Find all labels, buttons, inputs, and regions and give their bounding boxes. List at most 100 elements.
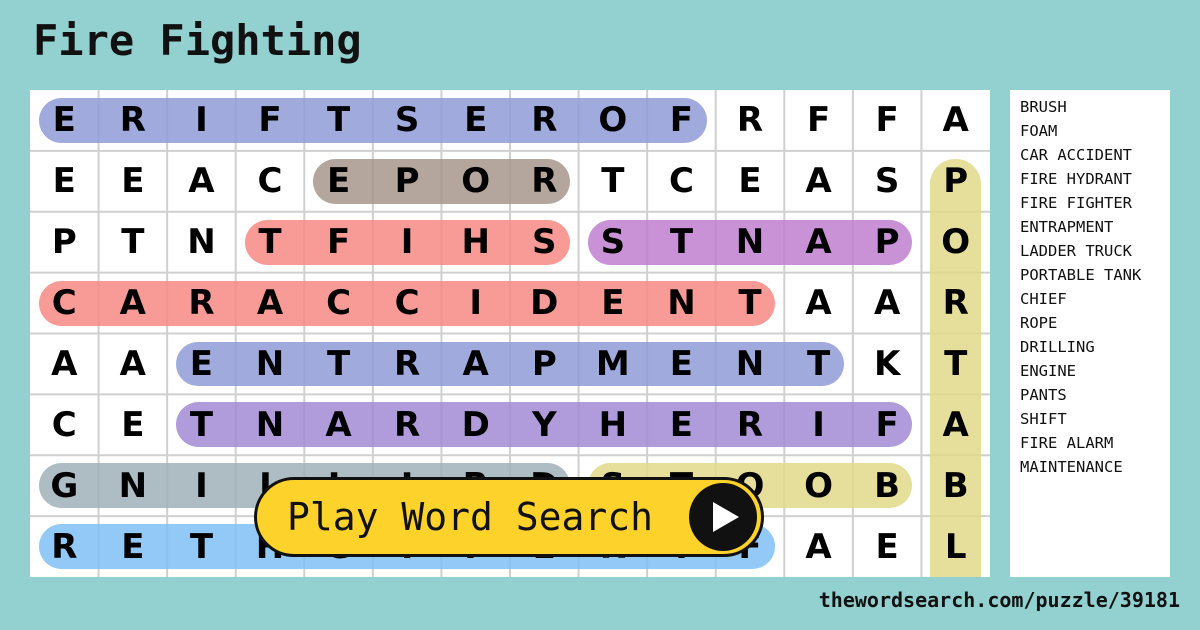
- grid-letter[interactable]: R: [373, 334, 442, 395]
- grid-letter[interactable]: E: [99, 394, 168, 455]
- grid-letter[interactable]: N: [647, 273, 716, 334]
- grid-letter[interactable]: H: [579, 394, 648, 455]
- grid-letter[interactable]: A: [441, 334, 510, 395]
- grid-letter[interactable]: A: [921, 90, 990, 151]
- grid-letter[interactable]: O: [441, 151, 510, 212]
- grid-letter[interactable]: E: [30, 90, 99, 151]
- grid-letter[interactable]: C: [30, 273, 99, 334]
- grid-letter[interactable]: N: [99, 455, 168, 516]
- grid-letter[interactable]: N: [716, 334, 785, 395]
- grid-letter[interactable]: N: [716, 212, 785, 273]
- grid-letter[interactable]: K: [853, 334, 922, 395]
- grid-letter[interactable]: I: [441, 273, 510, 334]
- puzzle-url[interactable]: thewordsearch.com/puzzle/39181: [819, 588, 1180, 612]
- grid-letter[interactable]: N: [236, 394, 305, 455]
- grid-letter[interactable]: T: [921, 334, 990, 395]
- grid-letter[interactable]: F: [784, 90, 853, 151]
- grid-letter[interactable]: A: [236, 273, 305, 334]
- grid-letter[interactable]: S: [510, 212, 579, 273]
- grid-letter[interactable]: T: [784, 334, 853, 395]
- grid-letter[interactable]: S: [579, 212, 648, 273]
- grid-letter[interactable]: E: [30, 151, 99, 212]
- grid-letter[interactable]: O: [579, 90, 648, 151]
- grid-letter[interactable]: P: [921, 151, 990, 212]
- grid-letter[interactable]: A: [784, 212, 853, 273]
- grid-letter[interactable]: R: [921, 273, 990, 334]
- grid-letter[interactable]: T: [716, 273, 785, 334]
- grid-letter[interactable]: D: [441, 394, 510, 455]
- grid-letter[interactable]: C: [647, 151, 716, 212]
- grid-letter[interactable]: C: [373, 273, 442, 334]
- grid-letter[interactable]: R: [99, 90, 168, 151]
- grid-letter[interactable]: C: [304, 273, 373, 334]
- grid-letter[interactable]: N: [167, 212, 236, 273]
- grid-letter[interactable]: G: [30, 455, 99, 516]
- word-list-item: PANTS: [1020, 386, 1067, 404]
- grid-letter[interactable]: P: [510, 334, 579, 395]
- grid-letter[interactable]: I: [784, 394, 853, 455]
- grid-letter[interactable]: R: [716, 90, 785, 151]
- grid-letter[interactable]: B: [853, 455, 922, 516]
- grid-letter[interactable]: O: [784, 455, 853, 516]
- grid-letter[interactable]: T: [647, 212, 716, 273]
- grid-letter[interactable]: E: [579, 273, 648, 334]
- grid-letter[interactable]: I: [373, 212, 442, 273]
- grid-letter[interactable]: C: [30, 394, 99, 455]
- grid-letter[interactable]: I: [167, 455, 236, 516]
- grid-letter[interactable]: A: [99, 273, 168, 334]
- grid-letter[interactable]: T: [304, 90, 373, 151]
- grid-letter[interactable]: F: [853, 394, 922, 455]
- grid-letter[interactable]: I: [167, 90, 236, 151]
- grid-letter[interactable]: R: [510, 90, 579, 151]
- grid-letter[interactable]: R: [716, 394, 785, 455]
- grid-letter[interactable]: P: [853, 212, 922, 273]
- grid-letter[interactable]: C: [236, 151, 305, 212]
- grid-letter[interactable]: E: [99, 151, 168, 212]
- grid-letter[interactable]: E: [647, 394, 716, 455]
- grid-letter[interactable]: F: [236, 90, 305, 151]
- grid-letter[interactable]: P: [30, 212, 99, 273]
- grid-letter[interactable]: M: [579, 334, 648, 395]
- grid-letter[interactable]: E: [647, 334, 716, 395]
- grid-letter[interactable]: E: [304, 151, 373, 212]
- grid-letter[interactable]: N: [236, 334, 305, 395]
- grid-letter[interactable]: P: [373, 151, 442, 212]
- grid-letter[interactable]: R: [510, 151, 579, 212]
- grid-letter[interactable]: S: [853, 151, 922, 212]
- grid-letter[interactable]: E: [167, 334, 236, 395]
- grid-letter[interactable]: A: [853, 273, 922, 334]
- grid-letter[interactable]: A: [30, 334, 99, 395]
- grid-letter[interactable]: D: [510, 273, 579, 334]
- grid-letter[interactable]: Y: [510, 394, 579, 455]
- grid-letter[interactable]: T: [167, 394, 236, 455]
- grid-letter[interactable]: F: [304, 212, 373, 273]
- grid-letter[interactable]: R: [30, 516, 99, 577]
- grid-letter[interactable]: R: [373, 394, 442, 455]
- page-title: Fire Fighting: [33, 16, 362, 65]
- grid-letter[interactable]: T: [579, 151, 648, 212]
- grid-letter[interactable]: A: [921, 394, 990, 455]
- grid-letter[interactable]: T: [304, 334, 373, 395]
- grid-letter[interactable]: H: [441, 212, 510, 273]
- grid-letter[interactable]: T: [236, 212, 305, 273]
- grid-letter[interactable]: F: [853, 90, 922, 151]
- grid-letter[interactable]: A: [167, 151, 236, 212]
- grid-letter[interactable]: F: [647, 90, 716, 151]
- grid-letter[interactable]: E: [716, 151, 785, 212]
- grid-letter[interactable]: T: [99, 212, 168, 273]
- grid-letter[interactable]: A: [784, 151, 853, 212]
- grid-letter[interactable]: A: [99, 334, 168, 395]
- play-word-search-button[interactable]: Play Word Search: [254, 477, 764, 557]
- grid-letter[interactable]: S: [373, 90, 442, 151]
- grid-letter[interactable]: E: [99, 516, 168, 577]
- grid-letter[interactable]: R: [167, 273, 236, 334]
- grid-letter[interactable]: A: [304, 394, 373, 455]
- grid-letter[interactable]: B: [921, 455, 990, 516]
- grid-letter[interactable]: O: [921, 212, 990, 273]
- grid-letter[interactable]: L: [921, 516, 990, 577]
- grid-letter[interactable]: A: [784, 273, 853, 334]
- grid-letter[interactable]: E: [853, 516, 922, 577]
- grid-letter[interactable]: E: [441, 90, 510, 151]
- grid-letter[interactable]: T: [167, 516, 236, 577]
- grid-letter[interactable]: A: [784, 516, 853, 577]
